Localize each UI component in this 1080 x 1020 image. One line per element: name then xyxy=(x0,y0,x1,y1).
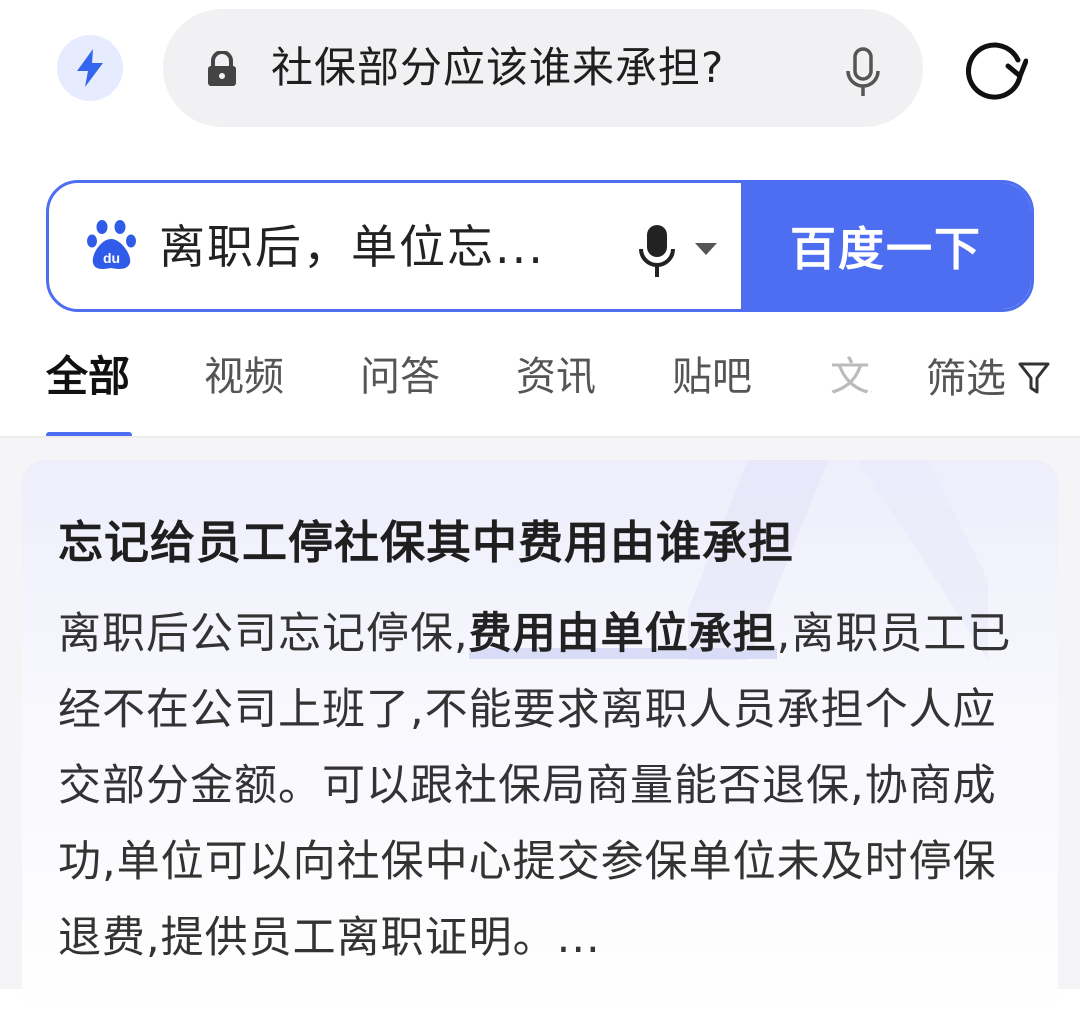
address-bar[interactable]: 社保部分应该谁来承担? xyxy=(163,9,923,127)
tab-video[interactable]: 视频 xyxy=(204,334,284,424)
search-query-input[interactable]: 离职后，单位忘... xyxy=(159,183,545,309)
card-title[interactable]: 忘记给员工停社保其中费用由谁承担 xyxy=(58,506,794,571)
tab-all[interactable]: 全部 xyxy=(46,334,130,424)
url-text: 社保部分应该谁来承担? xyxy=(271,43,725,92)
search-tabs: 全部 视频 问答 资讯 贴吧 文库 筛选 xyxy=(0,334,1080,438)
browser-toolbar: 社保部分应该谁来承担? xyxy=(0,0,1080,140)
baidu-paw-icon: du xyxy=(87,220,136,269)
refresh-icon[interactable] xyxy=(962,36,1028,102)
svg-text:du: du xyxy=(103,250,120,266)
voice-search-icon[interactable] xyxy=(639,225,675,279)
card-body: 离职后公司忘记停保,费用由单位承担,离职员工已经不在公司上班了,不能要求离职人员… xyxy=(58,596,1028,976)
body-text-start: 离职后公司忘记停保, xyxy=(58,609,469,659)
lightning-bolt-icon[interactable] xyxy=(57,35,123,101)
answer-card[interactable]: 忘记给员工停社保其中费用由谁承担 离职后公司忘记停保,费用由单位承担,离职员工已… xyxy=(22,460,1058,1020)
tab-tieba[interactable]: 贴吧 xyxy=(672,334,752,424)
search-box: du 离职后，单位忘... 百度一下 xyxy=(46,180,1034,312)
microphone-icon[interactable] xyxy=(845,47,881,99)
tab-wenku[interactable]: 文库 xyxy=(830,334,872,424)
chevron-down-icon[interactable] xyxy=(695,243,717,257)
filter-label: 筛选 xyxy=(926,356,1006,402)
filter-button[interactable]: 筛选 xyxy=(906,334,1050,424)
search-button[interactable]: 百度一下 xyxy=(741,183,1031,309)
lock-icon xyxy=(208,51,236,86)
tab-qa[interactable]: 问答 xyxy=(360,334,440,424)
funnel-icon xyxy=(1018,362,1050,394)
body-text-rest: ,离职员工已经不在公司上班了,不能要求离职人员承担个人应交部分金额。可以跟社保局… xyxy=(58,609,1012,963)
tab-news[interactable]: 资讯 xyxy=(516,334,596,424)
body-highlight: 费用由单位承担 xyxy=(468,609,777,659)
